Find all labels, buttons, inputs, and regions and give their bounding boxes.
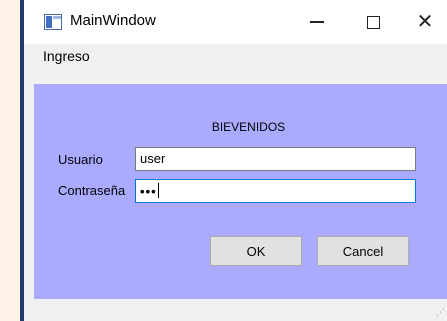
text-caret	[157, 183, 159, 198]
menu-bar: Ingreso	[24, 44, 447, 68]
close-button[interactable]: ✕	[402, 0, 447, 44]
minimize-button[interactable]	[294, 0, 340, 44]
window-title: MainWindow	[70, 12, 156, 29]
main-window: MainWindow ✕ Ingreso BIEVENIDOS Usuario …	[24, 0, 447, 321]
app-icon-bar	[53, 16, 61, 19]
menu-ingreso[interactable]: Ingreso	[43, 48, 90, 64]
status-bar: ⋰	[24, 299, 447, 321]
minimize-icon	[310, 21, 324, 23]
password-masked-value: •••	[140, 184, 157, 199]
welcome-heading: BIEVENIDOS	[211, 120, 286, 134]
password-label: Contraseña	[58, 183, 126, 198]
app-icon	[44, 14, 62, 30]
maximize-button[interactable]	[350, 0, 396, 44]
maximize-icon	[366, 15, 380, 29]
cancel-button[interactable]: Cancel	[317, 236, 409, 266]
user-label: Usuario	[58, 152, 103, 167]
close-icon: ✕	[416, 11, 434, 33]
user-input[interactable]: user	[135, 147, 416, 171]
resize-grip-icon[interactable]: ⋰	[436, 307, 445, 318]
ok-button[interactable]: OK	[210, 236, 302, 266]
login-panel: BIEVENIDOS Usuario user Contraseña ••• O…	[34, 84, 447, 299]
password-input[interactable]: •••	[135, 179, 416, 203]
title-bar[interactable]: MainWindow ✕	[24, 0, 447, 44]
app-icon-pane	[46, 16, 52, 28]
